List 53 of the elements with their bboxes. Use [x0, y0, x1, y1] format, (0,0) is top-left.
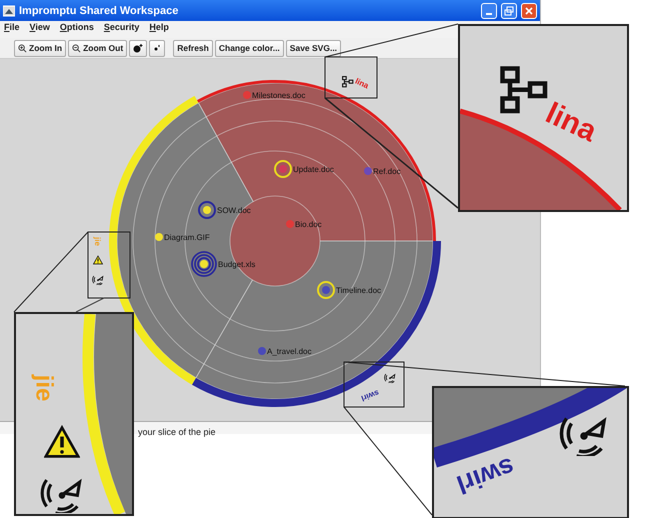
zoom-out-icon: [72, 44, 82, 52]
network-icon: [342, 76, 354, 88]
file-label: Budget.xls: [218, 260, 256, 269]
file-dot[interactable]: [258, 347, 266, 355]
menu-item[interactable]: View: [30, 22, 50, 37]
menu-item[interactable]: Options: [60, 22, 94, 37]
large-dot-icon: [133, 43, 144, 53]
user-label: jie: [29, 374, 58, 402]
file-dot[interactable]: [322, 286, 330, 294]
toolbar-icon-button[interactable]: [149, 40, 166, 56]
status-text: your slice of the pie: [138, 427, 216, 437]
close-icon: [525, 6, 533, 14]
user-label: lina: [354, 76, 370, 90]
file-dot[interactable]: [364, 167, 372, 175]
file-label: Ref.doc: [373, 167, 401, 176]
wifi-icon: [92, 273, 104, 285]
menu-item[interactable]: File: [4, 22, 20, 37]
window-title: Impromptu Shared Workspace: [19, 4, 180, 16]
file-dot[interactable]: [200, 260, 208, 268]
app-icon: [3, 4, 15, 16]
minimize-button[interactable]: [481, 2, 497, 18]
small-dot-icon: [153, 44, 162, 52]
file-label: Diagram.GIF: [164, 233, 210, 242]
close-button[interactable]: [521, 2, 537, 18]
user-label: lina: [540, 96, 602, 150]
file-dot[interactable]: [155, 233, 163, 241]
menu-item[interactable]: Security: [104, 22, 140, 37]
toolbar-icon-button[interactable]: [129, 40, 148, 56]
toolbar-button[interactable]: Change color...: [214, 40, 284, 56]
user-label: swirl: [452, 450, 519, 500]
file-label: A_travel.doc: [267, 347, 312, 356]
wifi-icon: [384, 371, 396, 383]
toolbar-button[interactable]: Save SVG...: [286, 40, 342, 56]
maximize-button[interactable]: [501, 2, 517, 18]
file-dot[interactable]: [279, 165, 287, 173]
zoom-in-icon: [18, 44, 27, 52]
file-dot[interactable]: [243, 91, 251, 99]
user-label: swirl: [360, 388, 380, 403]
file-label: Bio.doc: [295, 220, 322, 229]
file-dot[interactable]: [286, 220, 294, 228]
toolbar-button[interactable]: Zoom Out: [68, 40, 128, 56]
warning-icon: [44, 424, 80, 460]
user-label: jie: [92, 237, 102, 246]
file-label: Update.doc: [293, 165, 334, 174]
toolbar-button[interactable]: Zoom In: [14, 40, 66, 56]
file-label: Milestones.doc: [252, 91, 306, 100]
toolbar-button[interactable]: Refresh: [173, 40, 213, 56]
warning-icon: [93, 255, 103, 265]
menu-item[interactable]: Help: [149, 22, 169, 37]
restore-icon: [504, 6, 514, 16]
minimize-icon: [486, 12, 492, 14]
file-label: Timeline.doc: [336, 286, 382, 295]
file-dot[interactable]: [203, 206, 211, 214]
